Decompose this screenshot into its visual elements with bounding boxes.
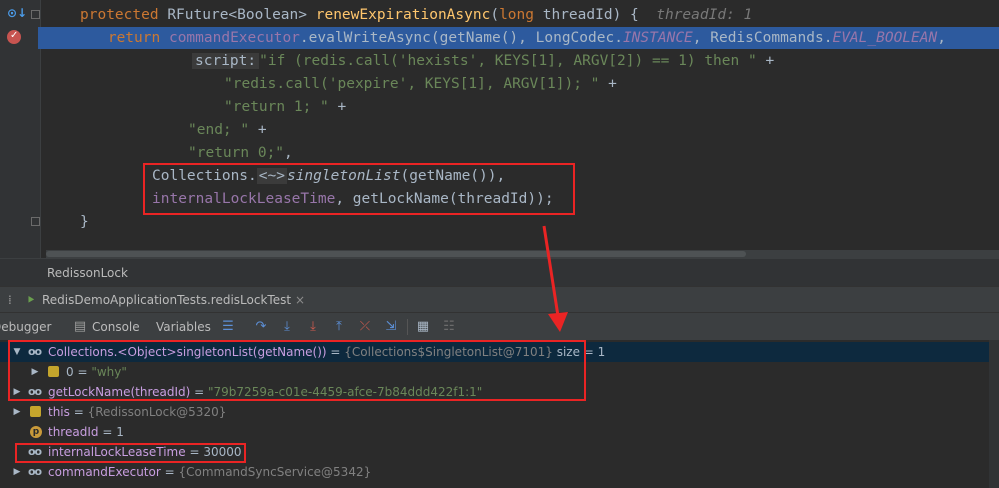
collapsed-arrow-icon[interactable]: ▶ (12, 402, 22, 422)
code-editor[interactable]: ⊙↓ ✓ protected RFuture<Boolean> renewExp… (0, 0, 999, 258)
variables-annotation-box (8, 340, 586, 401)
code-line-2-current: return commandExecutor.evalWriteAsync(ge… (38, 27, 999, 49)
tab-console[interactable]: Console (92, 313, 140, 341)
watch-glasses-icon: oo (28, 465, 42, 478)
code-annotation-box (143, 163, 575, 215)
method-marker-icon: ⊙↓ (7, 6, 28, 20)
console-icon: ▤ (73, 319, 87, 334)
pin-icon[interactable]: ⁞ (8, 287, 12, 313)
close-tab-icon[interactable]: × (295, 287, 305, 313)
breadcrumb-class[interactable]: RedissonLock (47, 259, 128, 287)
tab-debugger[interactable]: Debugger (0, 313, 51, 341)
step-into-icon[interactable]: ⤓ (279, 319, 295, 335)
inline-value-hint: threadId: 1 (656, 7, 753, 23)
editor-horizontal-scrollbar[interactable] (46, 250, 999, 258)
evaluate-expression-icon[interactable]: ▦ (415, 319, 431, 335)
debugger-toolbar: Debugger ▤ Console Variables ☰ ↷ ⤓ ⤓ ⤒ ⤫… (0, 312, 999, 341)
breadcrumb: RedissonLock (0, 258, 999, 287)
code-line-4: "redis.call('pexpire', KEYS[1], ARGV[1])… (224, 76, 617, 92)
collapsed-arrow-icon[interactable]: ▶ (12, 462, 22, 482)
menu-lines-icon[interactable]: ☰ (220, 319, 236, 335)
breakpoint-check-icon: ✓ (10, 30, 19, 41)
code-line-1: protected RFuture<Boolean> renewExpirati… (80, 7, 753, 23)
variable-row[interactable]: ▶ this = {RedissonLock@5320} (0, 402, 999, 422)
parameter-hint: script: (192, 53, 260, 69)
drop-frame-icon[interactable]: ⤫ (357, 319, 373, 335)
test-run-icon: ⯈ (26, 293, 36, 307)
run-tab-label[interactable]: RedisDemoApplicationTests.redisLockTest (42, 287, 291, 313)
editor-gutter[interactable]: ⊙↓ ✓ (0, 0, 41, 258)
field-icon (30, 406, 41, 417)
fold-close-icon[interactable] (31, 217, 40, 226)
code-line-3: script: "if (redis.call('hexists', KEYS[1… (192, 50, 999, 72)
step-out-icon[interactable]: ⤒ (331, 319, 347, 335)
lease-time-annotation-box (15, 443, 246, 463)
variable-row[interactable]: ▶ oo commandExecutor = {CommandSyncServi… (0, 462, 999, 482)
code-line-5: "return 1; " + (224, 99, 347, 115)
toolbar-separator (407, 319, 408, 335)
debug-run-tab-bar: ⁞ ⯈ RedisDemoApplicationTests.redisLockT… (0, 286, 999, 313)
annotation-arrow (542, 225, 568, 332)
trace-stream-icon[interactable]: ☷ (441, 319, 457, 335)
variables-scrollbar[interactable] (989, 340, 999, 488)
force-step-into-icon[interactable]: ⤓ (305, 319, 321, 335)
code-line-6: "end; " + (188, 122, 267, 138)
scrollbar-thumb[interactable] (46, 251, 746, 257)
tab-variables[interactable]: Variables (156, 313, 211, 341)
run-to-cursor-icon[interactable]: ⇲ (383, 319, 399, 335)
code-area[interactable]: protected RFuture<Boolean> renewExpirati… (38, 0, 999, 258)
step-over-icon[interactable]: ↷ (253, 319, 269, 335)
fold-open-icon[interactable] (31, 10, 40, 19)
variable-row[interactable]: p threadId = 1 (0, 422, 999, 442)
parameter-icon: p (30, 426, 42, 438)
code-line-7: "return 0;", (188, 145, 293, 161)
